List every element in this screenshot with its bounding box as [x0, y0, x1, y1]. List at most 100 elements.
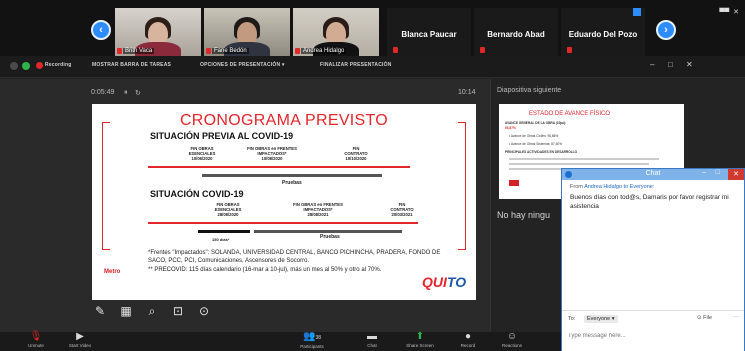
chat-message-sender: From Andrea Hidalgo to Everyone:: [570, 184, 655, 190]
participant-tile-eduardo-del-pozo[interactable]: Eduardo Del Pozo: [561, 8, 645, 56]
chat-button[interactable]: ▬ Chat: [356, 332, 388, 351]
start-video-button[interactable]: ▶ Start Video: [64, 332, 96, 351]
info-icon[interactable]: [10, 62, 18, 70]
pen-icon[interactable]: ✎: [92, 303, 108, 319]
next-slide-line: 93,87%: [505, 126, 516, 130]
milestone-label: FIN CONTRATO 20/03/2021: [390, 202, 414, 217]
next-slide-label: Diapositiva siguiente: [497, 87, 562, 94]
more-options-button[interactable]: ···: [733, 314, 739, 320]
tests-label: Pruebas: [320, 234, 340, 240]
video-camera-icon: ▶: [76, 331, 84, 342]
video-icon: [633, 8, 641, 16]
magnifier-icon[interactable]: ⌕: [144, 303, 160, 319]
file-button[interactable]: ⊙ File: [697, 315, 712, 321]
days-label: 150 días*: [212, 237, 230, 242]
mic-muted-icon: [206, 48, 211, 54]
presentation-control-bar: Recording MOSTRAR BARRA DE TAREAS OPCION…: [0, 56, 745, 78]
chevron-right-icon[interactable]: ›: [656, 20, 676, 40]
reactions-icon: ☺: [506, 331, 518, 342]
chat-compose-area: To: Everyone ▾ ⊙ File ···: [562, 310, 744, 351]
slide-bracket-left: [102, 122, 110, 250]
attach-icon: ⊙: [697, 315, 702, 321]
share-screen-icon: ⬆: [415, 331, 425, 342]
participant-tile-andrea-hidalgo[interactable]: Andrea Hidalgo: [293, 8, 379, 56]
next-slide-line: • Avance de Obras Sistemas: 87,60%: [509, 142, 562, 146]
mic-muted-icon: [480, 47, 485, 53]
current-slide: CRONOGRAMA PREVISTO SITUACIÓN PREVIA AL …: [92, 104, 476, 300]
presenter-options-button[interactable]: OPCIONES DE PRESENTACIÓN ▾: [200, 62, 285, 68]
reactions-button[interactable]: ☺ Reactions: [496, 332, 528, 351]
clock: 10:14: [458, 89, 476, 96]
subtitles-icon[interactable]: ⊡: [170, 303, 186, 319]
chat-message-input[interactable]: [568, 327, 738, 345]
chat-message-text: Buenos días con tod@s, Damaris por favor…: [570, 194, 729, 210]
share-screen-button[interactable]: ⬆ Share Screen: [398, 332, 442, 351]
end-presentation-button[interactable]: FINALIZAR PRESENTACIÓN: [320, 62, 392, 68]
participant-name: Eduardo Del Pozo: [568, 30, 638, 39]
close-icon[interactable]: ✕: [728, 169, 744, 180]
mic-muted-icon: [567, 47, 572, 53]
record-button[interactable]: ● Record: [452, 332, 484, 351]
section-covid: SITUACIÓN COVID-19: [150, 189, 244, 199]
elapsed-timer: 0:05:49: [91, 89, 115, 96]
minimize-icon[interactable]: –: [702, 169, 706, 176]
metro-logo: Metro: [104, 269, 121, 275]
pause-icon[interactable]: ⏸: [124, 89, 128, 97]
chat-to-label: To:: [568, 316, 576, 322]
slides-grid-icon[interactable]: ▦: [118, 303, 134, 319]
chat-bubble-icon: ▬: [367, 331, 377, 342]
timeline-bar: [148, 222, 418, 224]
show-toolbar-button[interactable]: MOSTRAR BARRA DE TAREAS: [92, 62, 171, 68]
chevron-left-icon[interactable]: ‹: [91, 20, 111, 40]
participants-icon: 👥38: [302, 331, 321, 342]
participant-name: Fane Bedón: [212, 48, 249, 54]
chat-recipient-dropdown[interactable]: Everyone ▾: [584, 315, 618, 323]
milestone-label: FIN OBRAS en FRENTES IMPACTADOS* 28/08/2…: [293, 202, 343, 217]
record-icon: ●: [464, 331, 472, 342]
chat-titlebar[interactable]: Chat – □ ✕: [562, 169, 744, 180]
participant-tile-blanca-paucar[interactable]: Blanca Paucar: [387, 8, 471, 56]
participant-name: Andrea Hidalgo: [301, 48, 347, 54]
recording-label[interactable]: Recording: [45, 62, 72, 68]
meeting-controls-bar: 🎙 Unmute ▶ Start Video 👥38 Participants …: [0, 332, 561, 351]
next-slide-line: PRINCIPALES ACTIVIDADES EN DESARROLLO: [505, 150, 578, 154]
tests-label: Pruebas: [282, 180, 302, 186]
participant-gallery-strip: ‹ Brith Vaca Fane Bedón Andrea Hidalgo B…: [0, 0, 745, 56]
tests-range-bar: [202, 174, 382, 177]
mic-muted-icon: [117, 48, 122, 54]
next-slide-line: • Avance de Obras Civiles: 96,86%: [509, 134, 559, 138]
quito-logo: QUITO: [422, 274, 467, 290]
participant-name: Bernardo Abad: [487, 30, 545, 39]
participant-name: Blanca Paucar: [401, 30, 457, 39]
mic-muted-icon: [295, 48, 300, 54]
unmute-button[interactable]: 🎙 Unmute: [20, 332, 52, 351]
mic-muted-icon: [393, 47, 398, 53]
participant-name: Brith Vaca: [123, 48, 155, 54]
chat-window: Chat – □ ✕ From Andrea Hidalgo to Everyo…: [561, 168, 745, 351]
milestone-label: FIN OBRAS ESENCIALES 28/08/2020: [214, 202, 242, 217]
minimize-icon[interactable]: –: [650, 60, 654, 69]
more-options-icon[interactable]: ⊙: [196, 303, 212, 319]
reset-timer-icon[interactable]: ↻: [135, 89, 141, 97]
zoom-presenter-view: ‹ Brith Vaca Fane Bedón Andrea Hidalgo B…: [0, 0, 745, 351]
shield-icon[interactable]: [22, 62, 30, 70]
next-slide-title: ESTADO DE AVANCE FÍSICO: [529, 111, 611, 117]
milestone-label: FIN OBRAS ESENCIALES 10/06/2020: [188, 146, 216, 161]
speaker-notes-empty: No hay ningu: [497, 210, 551, 220]
participant-tile-fane-bedon[interactable]: Fane Bedón: [204, 8, 290, 56]
participant-tile-brith-vaca[interactable]: Brith Vaca: [115, 8, 201, 56]
window-controls[interactable]: ▀▀ ✕: [719, 8, 739, 16]
slide-title: CRONOGRAMA PREVISTO: [179, 112, 389, 129]
section-pre-covid: SITUACIÓN PREVIA AL COVID-19: [150, 131, 294, 141]
participants-button[interactable]: 👥38 Participants: [292, 332, 332, 351]
close-icon[interactable]: ✕: [686, 60, 693, 69]
covid-delay-bar: [198, 230, 250, 233]
record-dot-icon: [36, 62, 43, 69]
maximize-icon[interactable]: □: [716, 169, 720, 176]
participant-tile-bernardo-abad[interactable]: Bernardo Abad: [474, 8, 558, 56]
maximize-icon[interactable]: □: [668, 60, 673, 69]
timeline-bar: [148, 166, 410, 168]
microphone-muted-icon: 🎙: [29, 331, 43, 342]
slide-footnote: *Frentes "Impactados": SOLANDA, UNIVERSI…: [148, 250, 441, 273]
tests-range-bar: [254, 230, 402, 233]
